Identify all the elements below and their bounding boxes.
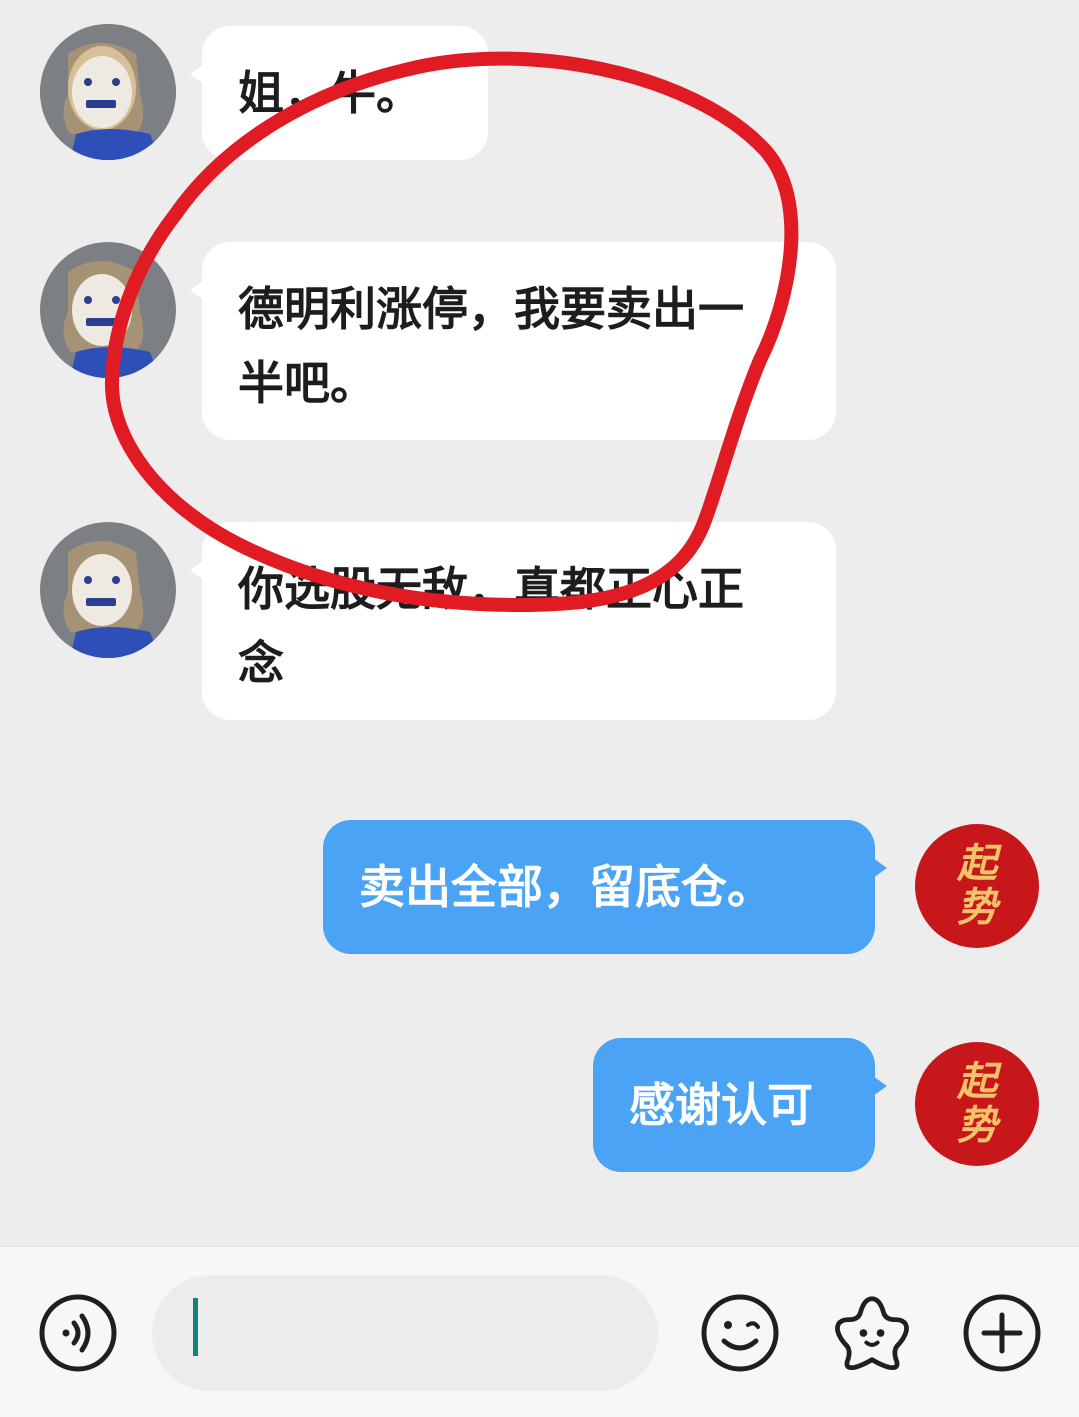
seal-char: 势 bbox=[957, 884, 997, 931]
emoji-icon bbox=[701, 1294, 779, 1372]
message-bubble-outgoing[interactable]: 卖出全部，留底仓。 bbox=[323, 820, 887, 954]
voice-button[interactable] bbox=[38, 1293, 118, 1373]
text-cursor bbox=[193, 1298, 198, 1356]
seal-char: 起 bbox=[957, 1058, 997, 1105]
voice-icon bbox=[39, 1294, 117, 1372]
message-text: 姐，牛。 bbox=[238, 66, 422, 120]
contact-avatar-image bbox=[40, 242, 176, 378]
seal-char: 起 bbox=[957, 840, 997, 887]
plus-icon bbox=[963, 1294, 1041, 1372]
chat-area: 姐，牛。 德明利涨停，我要卖出一半吧。 你选股无敌，真都正心正念 卖出全部，留底… bbox=[0, 0, 1079, 1246]
emoji-button[interactable] bbox=[700, 1293, 780, 1373]
contact-avatar[interactable] bbox=[40, 522, 176, 658]
contact-avatar[interactable] bbox=[40, 242, 176, 378]
sticker-button[interactable] bbox=[832, 1293, 912, 1373]
sticker-icon bbox=[835, 1296, 909, 1371]
self-avatar-seal: 起 势 bbox=[915, 824, 1039, 948]
self-avatar[interactable]: 起 势 bbox=[915, 824, 1039, 948]
message-bubble-outgoing[interactable]: 感谢认可 bbox=[593, 1038, 887, 1172]
input-bar bbox=[0, 1246, 1079, 1417]
message-text: 你选股无敌，真都正心正念 bbox=[238, 562, 744, 690]
more-button[interactable] bbox=[962, 1293, 1042, 1373]
self-avatar-seal: 起 势 bbox=[915, 1042, 1039, 1166]
message-bubble-incoming[interactable]: 姐，牛。 bbox=[190, 26, 488, 160]
self-avatar[interactable]: 起 势 bbox=[915, 1042, 1039, 1166]
contact-avatar-image bbox=[40, 522, 176, 658]
message-bubble-incoming[interactable]: 你选股无敌，真都正心正念 bbox=[190, 522, 836, 720]
message-text: 卖出全部，留底仓。 bbox=[359, 860, 773, 914]
message-text: 感谢认可 bbox=[629, 1078, 813, 1132]
message-input[interactable] bbox=[152, 1275, 658, 1391]
contact-avatar-image bbox=[40, 24, 176, 160]
contact-avatar[interactable] bbox=[40, 24, 176, 160]
seal-char: 势 bbox=[957, 1102, 997, 1149]
message-bubble-incoming[interactable]: 德明利涨停，我要卖出一半吧。 bbox=[190, 242, 836, 440]
message-text: 德明利涨停，我要卖出一半吧。 bbox=[238, 282, 744, 410]
